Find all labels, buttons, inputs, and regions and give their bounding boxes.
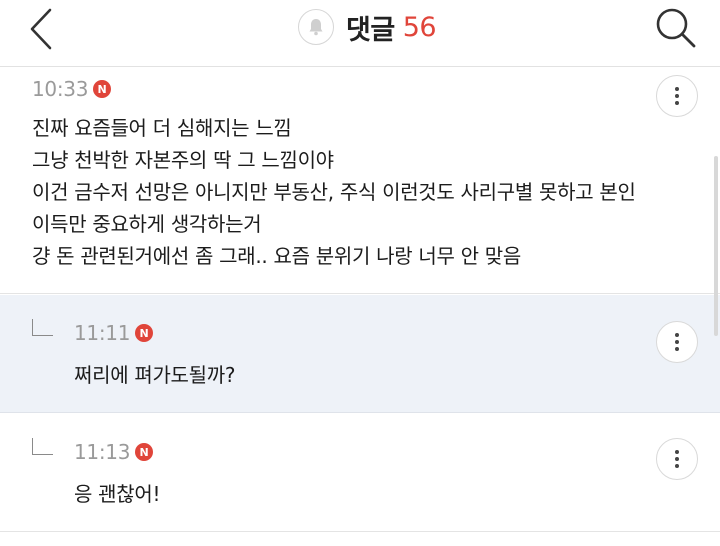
more-options-button[interactable] [656,75,698,117]
reply-text: 응 괜찮어! [74,482,161,506]
search-button[interactable] [652,4,700,52]
reply-body: 쩌리에 펴가도될까? [74,359,235,391]
reply-meta: 11:13 N [74,440,154,464]
more-vertical-icon [675,333,679,351]
reply-item: 11:11 N 쩌리에 펴가도될까? [0,295,720,413]
bell-icon [309,19,323,36]
notification-toggle[interactable] [298,9,334,45]
new-badge: N [135,324,154,342]
more-vertical-icon [675,450,679,468]
comment-body: 진짜 요즘들어 더 심해지는 느낌 그냥 천박한 자본주의 딱 그 느낌이야 이… [32,112,636,272]
comment-count: 56 [402,11,437,43]
reply-meta: 11:11 N [74,321,154,345]
comment-item: 10:33 N 진짜 요즘들어 더 심해지는 느낌 그냥 천박한 자본주의 딱 … [0,67,720,294]
reply-arrow-icon [32,319,53,336]
more-options-button[interactable] [656,438,698,480]
more-options-button[interactable] [656,321,698,363]
more-vertical-icon [675,87,679,105]
page-title-group: 댓글 56 [298,8,437,46]
reply-item: 11:13 N 응 괜찮어! [0,414,720,532]
comment-line: 이득만 중요하게 생각하는거 [32,212,262,236]
comment-line: 걍 돈 관련된거에선 좀 그래.. 요즘 분위기 나랑 너무 안 맞음 [32,244,521,268]
new-badge: N [93,80,112,98]
reply-text: 쩌리에 펴가도될까? [74,363,236,387]
search-icon [656,8,696,48]
page-title: 댓글 [346,14,395,46]
comment-time: 10:33 [32,77,89,101]
back-button[interactable] [22,6,62,52]
comment-line: 진짜 요즘들어 더 심해지는 느낌 [32,116,292,140]
chevron-left-icon [30,8,52,50]
comment-line: 이건 금수저 선망은 아니지만 부동산, 주식 이런것도 사리구별 못하고 본인 [32,180,636,204]
new-badge: N [135,443,154,461]
scrollbar[interactable] [714,156,718,336]
reply-time: 11:11 [74,321,131,345]
comment-line: 그냥 천박한 자본주의 딱 그 느낌이야 [32,148,334,172]
reply-body: 응 괜찮어! [74,478,160,510]
top-bar: 댓글 56 [0,0,720,67]
reply-time: 11:13 [74,440,131,464]
reply-arrow-icon [32,438,53,455]
comment-meta: 10:33 N [32,77,112,101]
